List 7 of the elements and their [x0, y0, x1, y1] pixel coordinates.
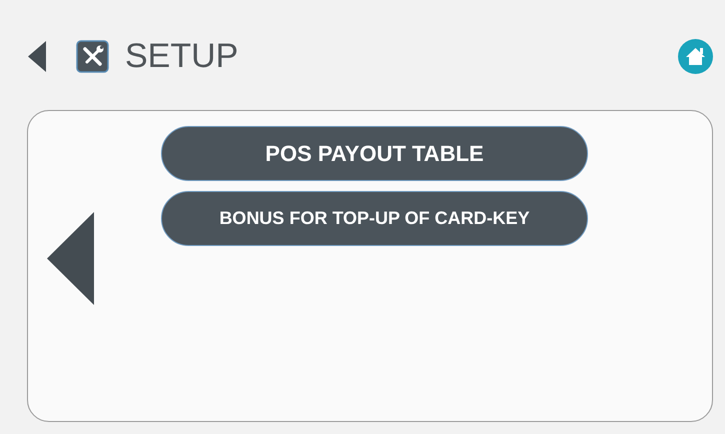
home-icon[interactable] [678, 38, 713, 74]
wrench-screwdriver-icon [76, 40, 109, 72]
menu-button[interactable]: POS PAYOUT TABLE [161, 126, 588, 181]
back-arrow-icon[interactable] [28, 40, 46, 72]
page-title: SETUP [125, 36, 238, 76]
previous-page-arrow-icon[interactable] [47, 212, 94, 305]
menu-button[interactable]: BONUS FOR TOP-UP OF CARD-KEY [161, 191, 588, 246]
